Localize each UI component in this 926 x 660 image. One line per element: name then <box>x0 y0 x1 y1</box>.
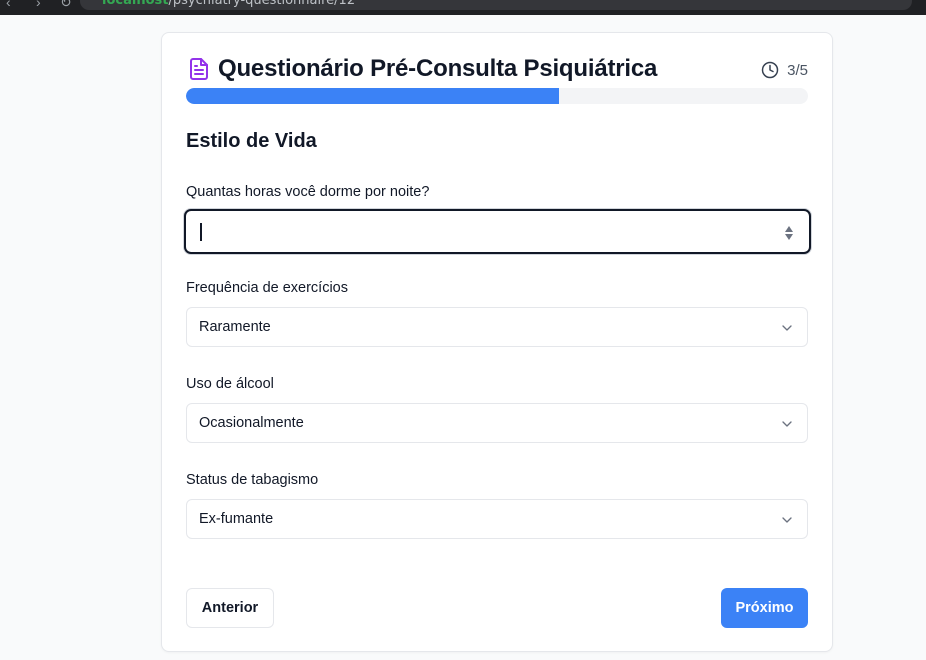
smoking-status-label: Status de tabagismo <box>186 472 319 488</box>
alcohol-use-value: Ocasionalmente <box>199 415 304 431</box>
step-indicator: 3/5 <box>761 61 808 79</box>
chevron-down-icon <box>782 517 792 523</box>
exercise-frequency-label: Frequência de exercícios <box>186 280 348 296</box>
chevron-down-icon <box>782 325 792 331</box>
url-path: /psychiatry-questionnaire/12 <box>168 0 356 8</box>
forward-icon[interactable]: › <box>36 0 41 10</box>
page-title: Questionário Pré-Consulta Psiquiátrica <box>218 55 658 82</box>
smoking-status-select[interactable]: Ex-fumante <box>186 499 808 539</box>
smoking-status-value: Ex-fumante <box>199 511 274 527</box>
browser-toolbar: ‹ › ↻ localhost/psychiatry-questionnaire… <box>0 0 926 15</box>
document-icon <box>190 58 208 80</box>
clock-icon <box>761 61 779 79</box>
previous-button[interactable]: Anterior <box>186 588 274 628</box>
alcohol-use-label: Uso de álcool <box>186 376 274 392</box>
section-title: Estilo de Vida <box>186 130 317 152</box>
alcohol-use-select[interactable]: Ocasionalmente <box>186 403 808 443</box>
step-counter: 3/5 <box>787 61 808 79</box>
back-icon[interactable]: ‹ <box>6 0 11 10</box>
questionnaire-card: Questionário Pré-Consulta Psiquiátrica 3… <box>161 32 833 652</box>
text-caret <box>200 223 202 241</box>
chevron-down-icon <box>782 421 792 427</box>
sleep-hours-input[interactable] <box>184 209 811 254</box>
progress-fill <box>186 88 560 104</box>
sleep-hours-label: Quantas horas você dorme por noite? <box>186 184 430 200</box>
exercise-frequency-value: Raramente <box>199 319 271 335</box>
progress-bar <box>186 88 808 104</box>
next-button[interactable]: Próximo <box>721 588 808 628</box>
url-host: localhost <box>102 0 169 8</box>
reload-icon[interactable]: ↻ <box>60 0 72 11</box>
exercise-frequency-select[interactable]: Raramente <box>186 307 808 347</box>
address-bar[interactable]: localhost/psychiatry-questionnaire/12 <box>80 0 912 10</box>
number-spinner-icon[interactable] <box>783 223 795 243</box>
